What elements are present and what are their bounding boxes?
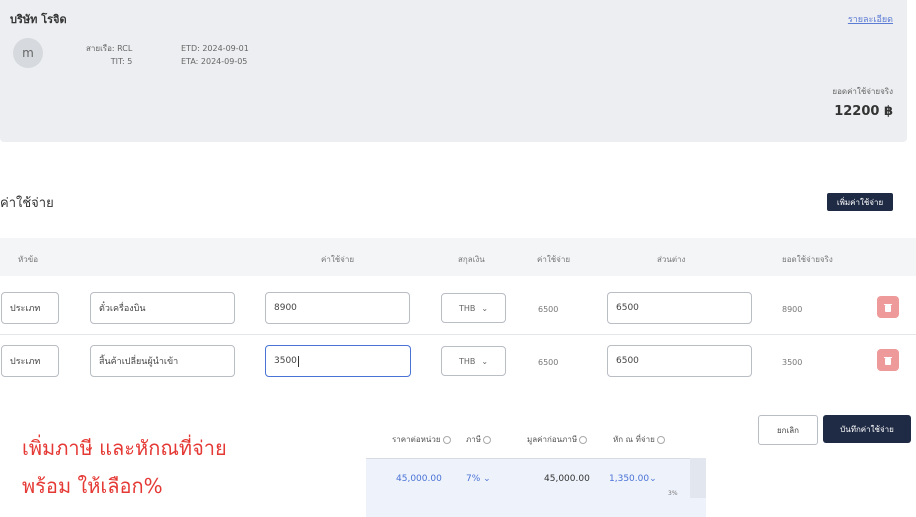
- category-value: ประเภท: [10, 304, 41, 314]
- vat-header: ภาษี: [466, 433, 492, 446]
- net-expense-label: ยอดค่าใช้จ่ายจริง: [832, 87, 893, 96]
- budget-value: 6500: [538, 358, 559, 367]
- withholding-header: หัก ณ ที่จ่าย: [613, 433, 665, 446]
- delete-row-button[interactable]: [877, 349, 899, 371]
- difference-value: 6500: [616, 303, 639, 313]
- shipment-summary-card: บริษัท โรจิด รายละเอียด m สายเรือ: RCL T…: [0, 0, 907, 142]
- info-icon: [656, 435, 665, 444]
- net-expense-value: 12200 ฿: [834, 104, 893, 119]
- pre-tax-value: 45,000.00: [544, 474, 590, 484]
- shipping-line: สายเรือ: RCL: [86, 44, 133, 53]
- delete-row-button[interactable]: [877, 296, 899, 318]
- chevron-down-icon: ⌄: [649, 474, 657, 484]
- tax-row: [366, 458, 706, 517]
- shipping-meta-left: สายเรือ: RCL TIT: 5: [86, 42, 132, 68]
- trash-icon: [884, 303, 892, 312]
- category-select[interactable]: ประเภท: [1, 292, 59, 324]
- save-expense-button[interactable]: บันทึกค่าใช้จ่าย: [823, 415, 911, 443]
- currency-value: THB: [458, 303, 476, 313]
- avatar: m: [13, 38, 43, 68]
- actual-value: 8900: [782, 305, 803, 314]
- etd-date: ETD: 2024-09-01: [181, 44, 249, 53]
- dropdown-scrollbar[interactable]: [690, 458, 706, 498]
- tit-value: TIT: 5: [110, 57, 133, 66]
- text-cursor: [297, 355, 299, 367]
- trash-icon: [884, 356, 892, 365]
- currency-value: THB: [458, 356, 476, 366]
- unit-price-value: 45,000.00: [396, 474, 442, 484]
- amount-input[interactable]: 3500: [265, 345, 411, 377]
- category-value: ประเภท: [10, 357, 41, 367]
- withholding-rate-option[interactable]: 3%: [668, 490, 678, 497]
- cancel-button[interactable]: ยกเลิก: [758, 415, 818, 445]
- expense-name-value: สิ้นค้าเปลี่ยนผู้นำเข้า: [99, 357, 179, 367]
- col-category: หัวข้อ: [18, 255, 39, 264]
- company-name: บริษัท โรจิด: [10, 13, 67, 26]
- category-select[interactable]: ประเภท: [1, 345, 59, 377]
- annotation-line-1: เพิ่มภาษี และหักณที่จ่าย: [22, 436, 227, 460]
- expense-name-input[interactable]: สิ้นค้าเปลี่ยนผู้นำเข้า: [90, 345, 235, 377]
- annotation-line-2: พร้อม ให้เลือก%: [22, 474, 163, 498]
- currency-select[interactable]: THB ⌄: [441, 293, 506, 323]
- add-expense-button[interactable]: เพิ่มค่าใช้จ่าย: [827, 193, 893, 211]
- expense-name-input[interactable]: ตั๋วเครื่องบิน: [90, 292, 235, 324]
- row-divider: [0, 334, 916, 335]
- col-difference: ส่วนต่าง: [657, 255, 686, 264]
- difference-value: 6500: [616, 356, 639, 366]
- col-actual: ยอดใช้จ่ายจริง: [782, 255, 833, 264]
- expense-name-value: ตั๋วเครื่องบิน: [99, 304, 146, 314]
- actual-value: 3500: [782, 358, 803, 367]
- detail-link[interactable]: รายละเอียด: [848, 12, 893, 26]
- info-icon: [442, 435, 451, 444]
- vat-value: 7%: [466, 474, 481, 484]
- chevron-down-icon: ⌄: [481, 303, 489, 313]
- col-amount: ค่าใช้จ่าย: [321, 255, 355, 264]
- chevron-down-icon: ⌄: [483, 474, 491, 484]
- currency-select[interactable]: THB ⌄: [441, 346, 506, 376]
- expenses-title: ค่าใช้จ่าย: [0, 196, 54, 211]
- vat-select[interactable]: 7% ⌄: [466, 474, 491, 484]
- info-icon: [483, 435, 492, 444]
- eta-date: ETA: 2024-09-05: [181, 57, 248, 66]
- difference-input[interactable]: 6500: [607, 292, 752, 324]
- unit-price-header: ราคาต่อหน่วย: [392, 433, 451, 446]
- amount-value: 3500: [274, 356, 297, 366]
- amount-value: 8900: [274, 303, 297, 313]
- difference-input[interactable]: 6500: [607, 345, 752, 377]
- withholding-select[interactable]: 1,350.00⌄: [609, 474, 657, 484]
- chevron-down-icon: ⌄: [481, 356, 489, 366]
- pre-tax-header: มูลค่าก่อนภาษี: [527, 433, 588, 446]
- amount-input[interactable]: 8900: [265, 292, 410, 324]
- col-currency: สกุลเงิน: [458, 255, 485, 264]
- col-budget: ค่าใช้จ่าย: [537, 255, 571, 264]
- budget-value: 6500: [538, 305, 559, 314]
- withholding-value: 1,350.00: [609, 474, 650, 484]
- info-icon: [579, 435, 588, 444]
- shipping-meta-dates: ETD: 2024-09-01 ETA: 2024-09-05: [181, 42, 249, 68]
